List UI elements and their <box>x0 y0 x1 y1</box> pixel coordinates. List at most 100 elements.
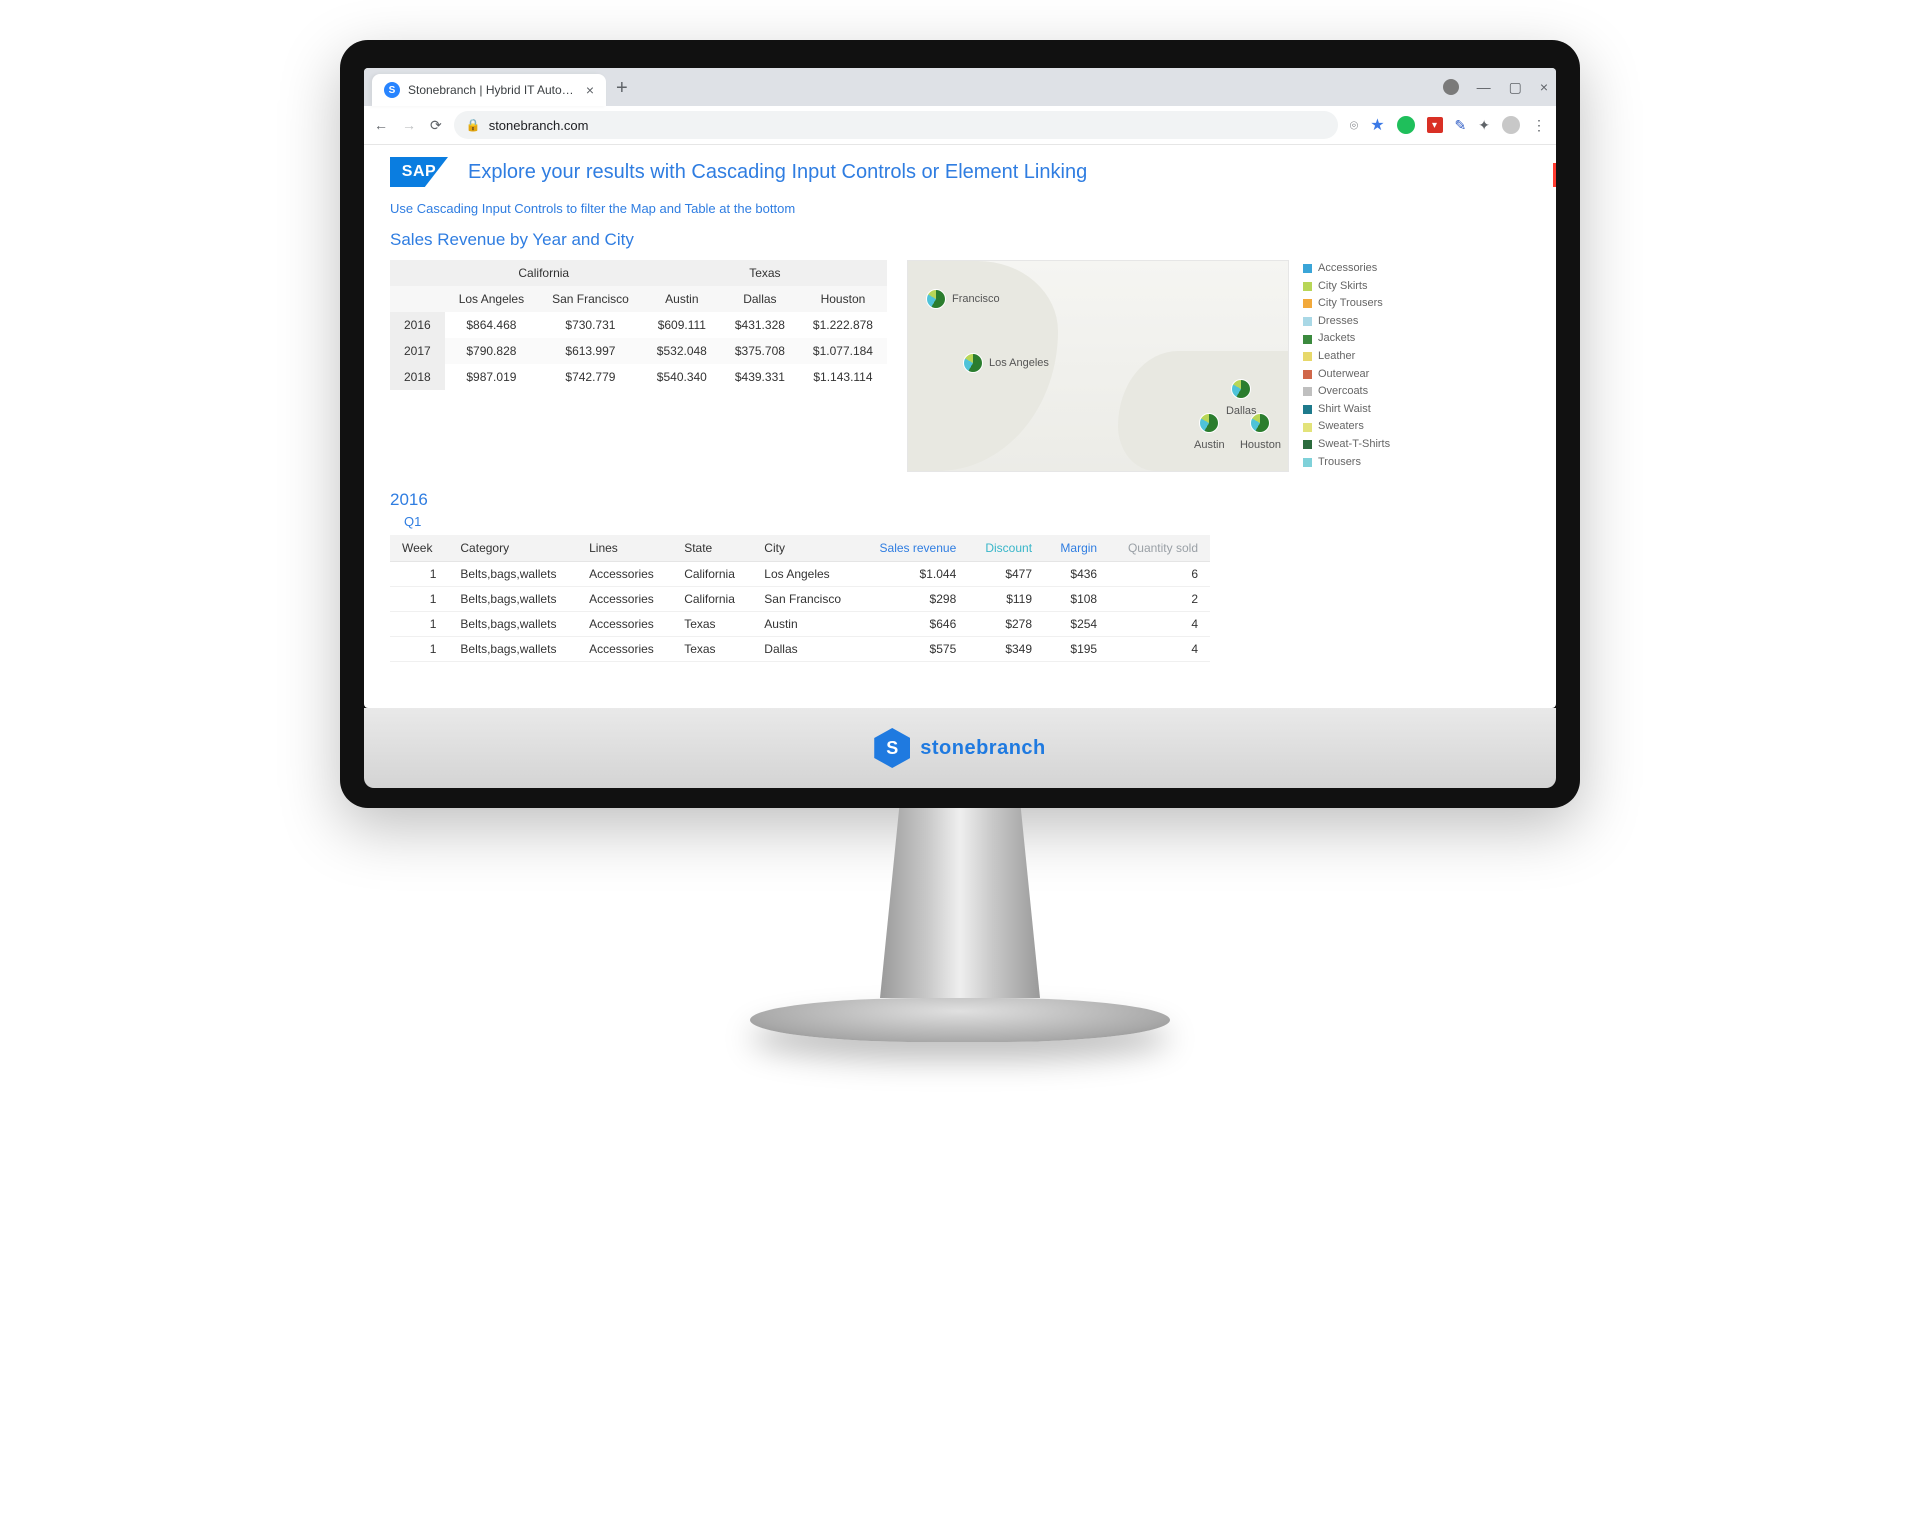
profile-avatar-icon[interactable] <box>1502 116 1520 134</box>
tab-title: Stonebranch | Hybrid IT Automat <box>408 83 578 97</box>
window-maximize-icon[interactable]: ▢ <box>1509 79 1522 96</box>
extensions-puzzle-icon[interactable]: ✦ <box>1478 117 1490 134</box>
pie-icon <box>1250 413 1270 433</box>
detail-cell: $575 <box>860 637 968 662</box>
detail-cell: Accessories <box>577 587 672 612</box>
legend-item[interactable]: Overcoats <box>1303 383 1390 401</box>
pivot-value-cell: $730.731 <box>538 312 643 338</box>
legend-item[interactable]: City Trousers <box>1303 295 1390 313</box>
stonebranch-hex-icon: S <box>874 728 910 768</box>
detail-cell: Texas <box>672 612 752 637</box>
pivot-value-cell: $431.328 <box>721 312 799 338</box>
browser-tabstrip: S Stonebranch | Hybrid IT Automat × + — … <box>364 68 1556 106</box>
detail-cell: 1 <box>390 612 448 637</box>
detail-column-header[interactable]: City <box>752 535 860 562</box>
detail-cell: 4 <box>1109 612 1210 637</box>
legend-item[interactable]: Shirt Waist <box>1303 401 1390 419</box>
page-subline: Use Cascading Input Controls to filter t… <box>390 201 1530 216</box>
detail-cell: $254 <box>1044 612 1109 637</box>
detail-cell: Dallas <box>752 637 860 662</box>
legend-label: Overcoats <box>1318 383 1368 401</box>
pie-icon <box>926 289 946 309</box>
legend-swatch <box>1303 387 1312 396</box>
window-controls: — ▢ × <box>1443 79 1548 106</box>
pivot-city-header: Austin <box>643 286 721 312</box>
monitor-bezel: S Stonebranch | Hybrid IT Automat × + — … <box>340 40 1580 808</box>
legend-label: Accessories <box>1318 260 1377 278</box>
detail-cell: Austin <box>752 612 860 637</box>
legend-item[interactable]: Jackets <box>1303 330 1390 348</box>
extension-pen-icon[interactable]: ✎ <box>1455 117 1467 134</box>
legend-swatch <box>1303 458 1312 467</box>
page-content: SAP Explore your results with Cascading … <box>364 145 1556 708</box>
address-bar-url: stonebranch.com <box>489 118 589 133</box>
detail-cell: 1 <box>390 587 448 612</box>
address-bar[interactable]: 🔒 stonebranch.com <box>454 111 1338 139</box>
detail-column-header[interactable]: Category <box>448 535 577 562</box>
browser-toolbar: ← → ⟳ 🔒 stonebranch.com ⌾ ★ ▾ ✎ ✦ ⋮ <box>364 106 1556 145</box>
detail-cell: California <box>672 587 752 612</box>
legend-swatch <box>1303 335 1312 344</box>
detail-cell: $278 <box>968 612 1044 637</box>
legend-item[interactable]: Accessories <box>1303 260 1390 278</box>
stonebranch-wordmark: stonebranch <box>920 737 1046 760</box>
extension-pdf-icon[interactable]: ▾ <box>1427 117 1443 133</box>
map-marker[interactable]: Dallas <box>1226 379 1257 417</box>
legend-label: City Skirts <box>1318 278 1368 296</box>
detail-column-header[interactable]: State <box>672 535 752 562</box>
key-icon[interactable]: ⌾ <box>1350 117 1358 134</box>
detail-cell: 4 <box>1109 637 1210 662</box>
pivot-value-cell: $1.222.878 <box>799 312 887 338</box>
detail-quarter[interactable]: Q1 <box>404 514 1530 529</box>
map-marker[interactable]: Austin <box>1194 413 1225 451</box>
legend-item[interactable]: Trousers <box>1303 454 1390 472</box>
detail-cell: $108 <box>1044 587 1109 612</box>
section-title: Sales Revenue by Year and City <box>390 230 1530 250</box>
pivot-value-cell: $532.048 <box>643 338 721 364</box>
legend-item[interactable]: Sweat-T-Shirts <box>1303 436 1390 454</box>
nav-reload-icon[interactable]: ⟳ <box>430 117 442 134</box>
detail-cell: $298 <box>860 587 968 612</box>
legend-swatch <box>1303 264 1312 273</box>
map-legend: AccessoriesCity SkirtsCity TrousersDress… <box>1303 260 1390 472</box>
detail-column-header[interactable]: Margin <box>1044 535 1109 562</box>
kebab-menu-icon[interactable]: ⋮ <box>1532 117 1546 134</box>
detail-cell: $349 <box>968 637 1044 662</box>
legend-swatch <box>1303 352 1312 361</box>
detail-cell: $436 <box>1044 562 1109 587</box>
window-minimize-icon[interactable]: — <box>1477 79 1491 96</box>
detail-column-header[interactable]: Week <box>390 535 448 562</box>
legend-item[interactable]: Dresses <box>1303 313 1390 331</box>
legend-label: Shirt Waist <box>1318 401 1371 419</box>
pivot-value-cell: $540.340 <box>643 364 721 390</box>
nav-back-icon[interactable]: ← <box>374 117 388 133</box>
legend-item[interactable]: Leather <box>1303 348 1390 366</box>
legend-item[interactable]: Sweaters <box>1303 418 1390 436</box>
legend-item[interactable]: City Skirts <box>1303 278 1390 296</box>
detail-cell: 2 <box>1109 587 1210 612</box>
bookmark-star-icon[interactable]: ★ <box>1370 115 1384 135</box>
pivot-value-cell: $375.708 <box>721 338 799 364</box>
detail-cell: Texas <box>672 637 752 662</box>
geo-map[interactable]: Francisco Los Angeles DallasAustin Houston <box>907 260 1289 472</box>
detail-column-header[interactable]: Quantity sold <box>1109 535 1210 562</box>
window-close-icon[interactable]: × <box>1540 79 1548 96</box>
map-marker[interactable]: Houston <box>1240 413 1281 451</box>
legend-item[interactable]: Outerwear <box>1303 366 1390 384</box>
detail-year[interactable]: 2016 <box>390 490 1530 510</box>
browser-tab[interactable]: S Stonebranch | Hybrid IT Automat × <box>372 74 606 106</box>
map-marker[interactable]: Los Angeles <box>963 353 1049 373</box>
tab-close-icon[interactable]: × <box>586 82 594 98</box>
detail-cell: 1 <box>390 637 448 662</box>
nav-forward-icon[interactable]: → <box>402 117 416 133</box>
detail-column-header[interactable]: Discount <box>968 535 1044 562</box>
detail-column-header[interactable]: Sales revenue <box>860 535 968 562</box>
map-marker[interactable]: Francisco <box>926 289 1000 309</box>
pivot-city-header: San Francisco <box>538 286 643 312</box>
new-tab-button[interactable]: + <box>606 71 638 106</box>
revenue-pivot-table: California Texas Los AngelesSan Francisc… <box>390 260 887 390</box>
detail-column-header[interactable]: Lines <box>577 535 672 562</box>
compass-icon[interactable] <box>1443 79 1459 95</box>
map-marker-label: Francisco <box>952 293 1000 305</box>
extension-grammarly-icon[interactable] <box>1397 116 1415 134</box>
